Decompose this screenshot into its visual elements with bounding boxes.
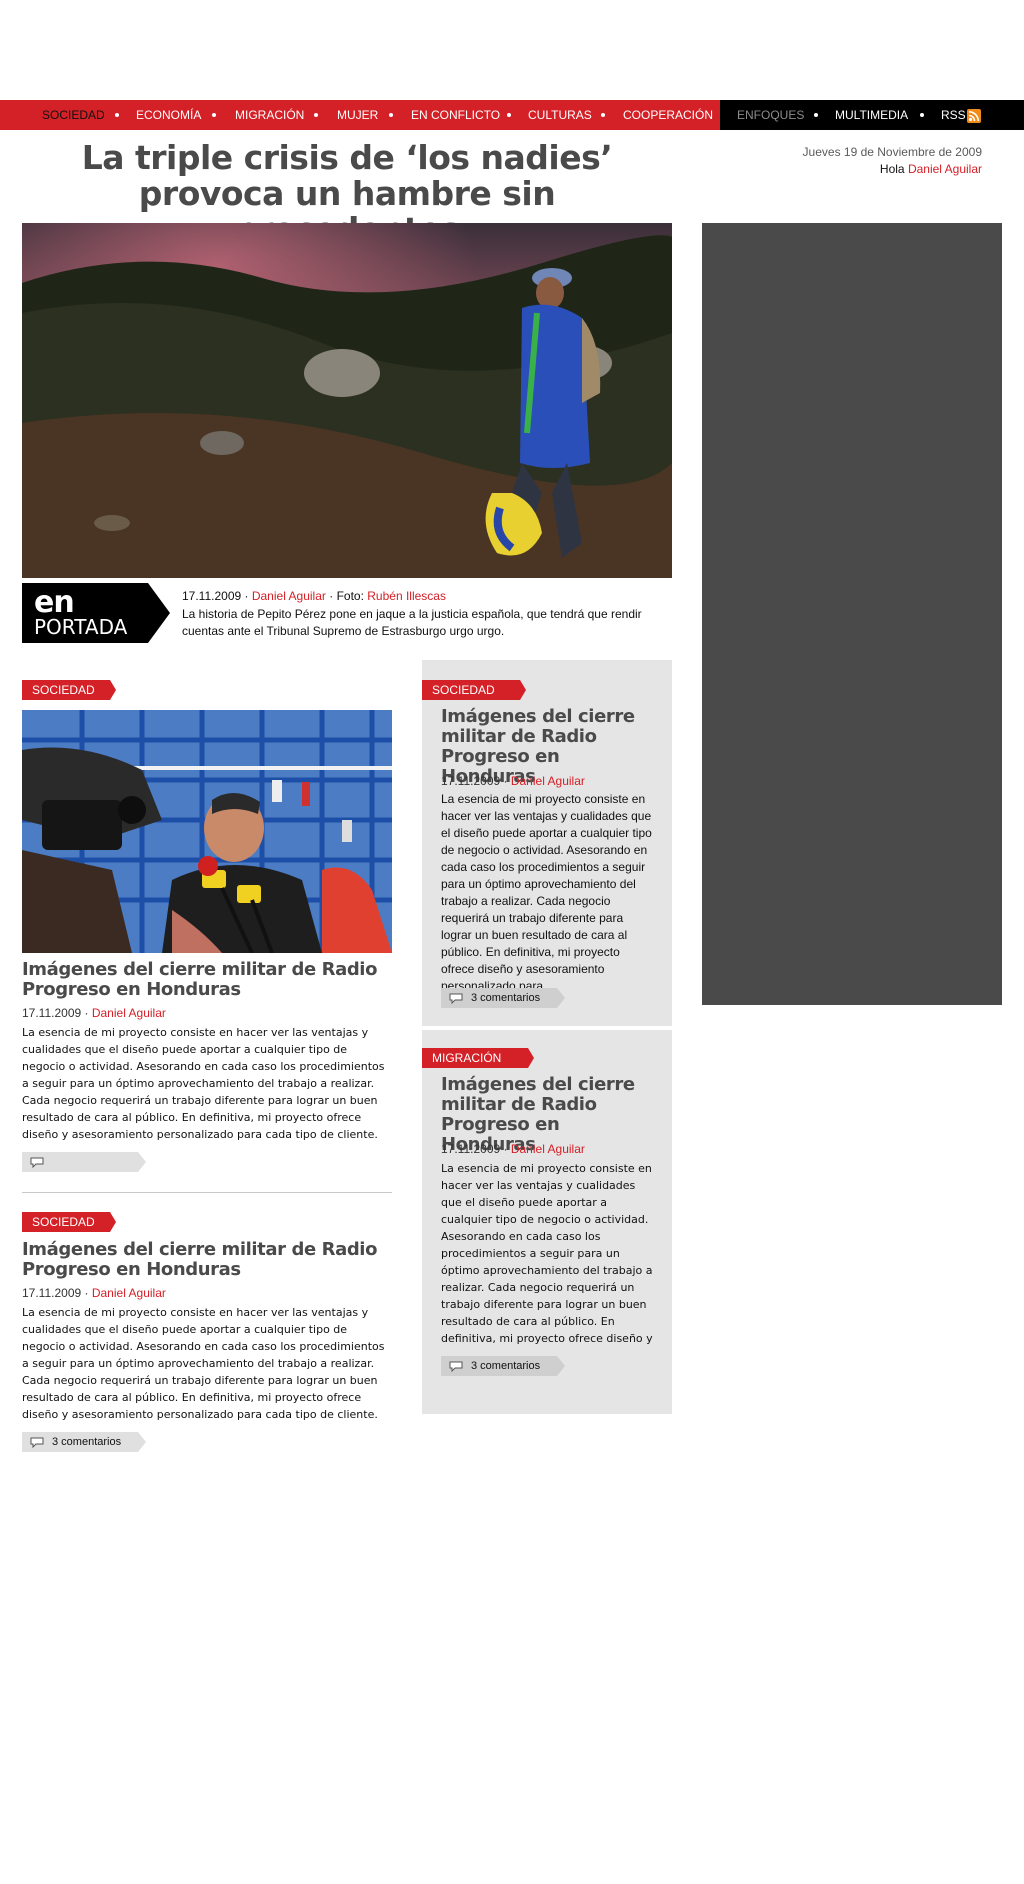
nav-item-sociedad[interactable]: SOCIEDAD <box>42 100 105 130</box>
article-meta: 17.11.2009 · Daniel Aguilar <box>22 1286 166 1300</box>
article-date: 17.11.2009 <box>22 1006 82 1020</box>
hero-summary: La historia de Pepito Pérez pone en jaqu… <box>182 607 642 638</box>
nav-item-multimedia[interactable]: MULTIMEDIA <box>835 100 908 130</box>
sidebar-ad-area <box>702 223 1002 1005</box>
comments-link[interactable]: 3 comentarios <box>441 988 565 1008</box>
nav-item-cooperacion[interactable]: COOPERACIÓN <box>623 100 713 130</box>
comments-link[interactable] <box>22 1152 146 1172</box>
nav-item-migracion[interactable]: MIGRACIÓN <box>235 100 304 130</box>
category-tag[interactable]: SOCIEDAD <box>22 1212 116 1232</box>
category-label: SOCIEDAD <box>32 683 95 697</box>
article-body: La esencia de mi proyecto consiste en ha… <box>22 1306 385 1421</box>
comments-link[interactable]: 3 comentarios <box>441 1356 565 1376</box>
article-body: La esencia de mi proyecto consiste en ha… <box>441 1162 653 1350</box>
article-meta: 17.11.2009 · Daniel Aguilar <box>441 1142 585 1156</box>
article-divider <box>22 1192 392 1193</box>
nav-item-economia[interactable]: ECONOMÍA <box>136 100 201 130</box>
category-tag[interactable]: SOCIEDAD <box>22 680 116 700</box>
nav-separator <box>389 113 393 117</box>
article-body: La esencia de mi proyecto consiste en ha… <box>441 792 652 993</box>
nav-item-en-conflicto[interactable]: EN CONFLICTO <box>411 100 500 130</box>
article-author-link[interactable]: Daniel Aguilar <box>92 1006 166 1020</box>
nav-item-enfoques[interactable]: ENFOQUES <box>737 100 804 130</box>
en-portada-badge: en PORTADA <box>22 583 170 643</box>
badge-portada: PORTADA <box>34 615 128 639</box>
hero-author-link[interactable]: Daniel Aguilar <box>252 589 326 603</box>
hero-date: 17.11.2009 <box>182 589 242 603</box>
nav-separator <box>601 113 605 117</box>
nav-separator <box>507 113 511 117</box>
comments-count: 3 comentarios <box>471 1360 541 1372</box>
article-photo[interactable] <box>22 710 392 953</box>
comment-icon <box>30 1437 44 1448</box>
greeting-text: Hola <box>879 162 905 176</box>
nav-item-rss[interactable]: RSS <box>941 100 966 130</box>
article-body: La esencia de mi proyecto consiste en ha… <box>22 1026 385 1141</box>
article-meta: 17.11.2009 · Daniel Aguilar <box>441 774 585 788</box>
article-author-link[interactable]: Daniel Aguilar <box>92 1286 166 1300</box>
article-title[interactable]: Imágenes del cierre militar de Radio Pro… <box>22 1240 392 1280</box>
comment-icon <box>449 993 463 1004</box>
category-tag[interactable]: MIGRACIÓN <box>422 1048 534 1068</box>
comments-link[interactable]: 3 comentarios <box>22 1432 146 1452</box>
comments-count: 3 comentarios <box>471 992 541 1004</box>
category-label: SOCIEDAD <box>432 683 495 697</box>
hero-photo-label: · Foto: <box>329 589 364 603</box>
category-label: MIGRACIÓN <box>432 1051 502 1065</box>
nav-separator <box>212 113 216 117</box>
category-tag[interactable]: SOCIEDAD <box>422 680 526 700</box>
article-title[interactable]: Imágenes del cierre militar de Radio Pro… <box>22 960 392 1000</box>
comments-count: 3 comentarios <box>52 1436 122 1448</box>
article-author-link[interactable]: Daniel Aguilar <box>511 1142 585 1156</box>
hero-photographer-link[interactable]: Rubén Illescas <box>367 589 446 603</box>
article-date: 17.11.2009 <box>441 1142 501 1156</box>
nav-separator <box>920 113 924 117</box>
user-greeting: Hola Daniel Aguilar <box>880 162 982 176</box>
article-meta: 17.11.2009 · Daniel Aguilar <box>22 1006 166 1020</box>
article-author-link[interactable]: Daniel Aguilar <box>511 774 585 788</box>
article-date: 17.11.2009 <box>441 774 501 788</box>
comment-icon <box>449 1361 463 1372</box>
hero-photo[interactable] <box>22 223 672 578</box>
article-date: 17.11.2009 <box>22 1286 82 1300</box>
current-date: Jueves 19 de Noviembre de 2009 <box>802 145 982 159</box>
nav-item-culturas[interactable]: CULTURAS <box>528 100 592 130</box>
user-link[interactable]: Daniel Aguilar <box>908 162 982 176</box>
nav-separator <box>115 113 119 117</box>
comment-icon <box>30 1157 44 1168</box>
nav-separator <box>314 113 318 117</box>
rss-icon[interactable] <box>967 109 981 123</box>
nav-separator <box>814 113 818 117</box>
nav-item-mujer[interactable]: MUJER <box>337 100 378 130</box>
category-label: SOCIEDAD <box>32 1215 95 1229</box>
hero-meta: 17.11.2009 · Daniel Aguilar · Foto: Rubé… <box>182 589 446 603</box>
